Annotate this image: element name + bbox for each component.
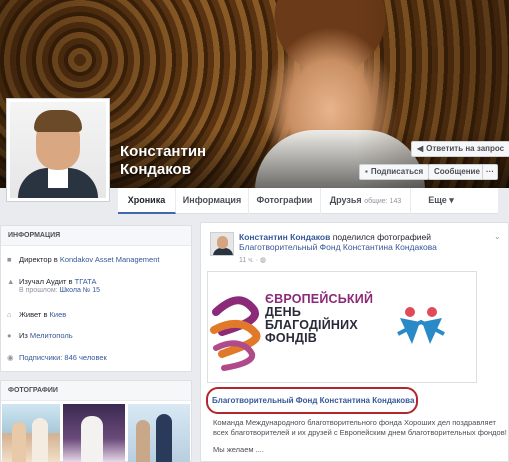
location-icon: ● bbox=[7, 331, 12, 340]
info-row-home: ⌂ Живет в Киев bbox=[7, 310, 67, 319]
rss-icon: ◉ bbox=[7, 353, 14, 362]
profile-name-line2: Кондаков bbox=[120, 161, 191, 178]
post-header: Константин Кондаков поделился фотографие… bbox=[239, 232, 501, 252]
globe-icon: ◍ bbox=[260, 257, 267, 264]
post-description: Команда Международного благотворительног… bbox=[213, 418, 507, 437]
more-actions-button[interactable]: ··· bbox=[482, 164, 498, 180]
info-row-education: ▲ Изучал Аудит в ТГАТА В прошлом: Школа №… bbox=[7, 277, 101, 294]
link-title[interactable]: Благотворительный Фонд Константина Конда… bbox=[212, 396, 414, 405]
photo-thumb-3[interactable] bbox=[128, 404, 190, 462]
photo-thumb-2[interactable] bbox=[63, 404, 125, 462]
post-description-more: Мы желаем .... bbox=[213, 445, 264, 454]
info-row-hometown: ● Из Мелитополь bbox=[7, 331, 73, 340]
profile-name[interactable]: Константин Кондаков bbox=[120, 143, 206, 179]
subscribe-button[interactable]: ▪ Подписаться bbox=[359, 164, 430, 180]
profile-picture[interactable] bbox=[6, 98, 110, 202]
tab-photos[interactable]: Фотографии bbox=[249, 188, 321, 214]
message-button[interactable]: Сообщение bbox=[428, 164, 486, 180]
info-card: ИНФОРМАЦИЯ bbox=[0, 225, 192, 372]
briefcase-icon: ■ bbox=[7, 255, 12, 264]
post-timestamp[interactable]: 11 ч. · ◍ bbox=[239, 256, 266, 264]
profile-nav: Хроника Информация Фотографии Друзья общ… bbox=[118, 188, 498, 214]
photo-thumb-1[interactable] bbox=[2, 404, 60, 462]
profile-name-line1: Константин bbox=[120, 143, 207, 160]
post-author-link[interactable]: Константин Кондаков bbox=[239, 232, 330, 242]
reply-request-button[interactable]: ◀ Ответить на запрос bbox=[411, 141, 509, 157]
tab-friends[interactable]: Друзья общие: 143 bbox=[321, 188, 411, 214]
post-target-link[interactable]: Благотворительный Фонд Константина Конда… bbox=[239, 242, 501, 252]
reply-arrow-icon: ◀ bbox=[417, 144, 424, 153]
rss-icon: ▪ bbox=[365, 167, 368, 176]
tab-more[interactable]: Еще ▾ bbox=[411, 188, 471, 214]
info-row-followers: ◉ Подписчики: 846 человек bbox=[7, 353, 107, 362]
info-card-title: ИНФОРМАЦИЯ bbox=[1, 226, 191, 246]
tab-info[interactable]: Информация bbox=[176, 188, 249, 214]
tab-timeline[interactable]: Хроника bbox=[118, 188, 176, 214]
info-row-work: ■ Директор в Kondakov Asset Management bbox=[7, 255, 160, 264]
photos-card-title: ФОТОГРАФИИ bbox=[1, 381, 191, 401]
home-icon: ⌂ bbox=[7, 310, 12, 319]
logo-wordmark: ЄВРОПЕЙСЬКИЙ ДЕНЬ БЛАГОДІЙНИХ ФОНДІВ bbox=[265, 292, 374, 345]
post-author-avatar[interactable] bbox=[210, 232, 234, 256]
graduation-icon: ▲ bbox=[7, 277, 15, 286]
post-options-chevron-icon[interactable]: ⌄ bbox=[494, 232, 501, 241]
